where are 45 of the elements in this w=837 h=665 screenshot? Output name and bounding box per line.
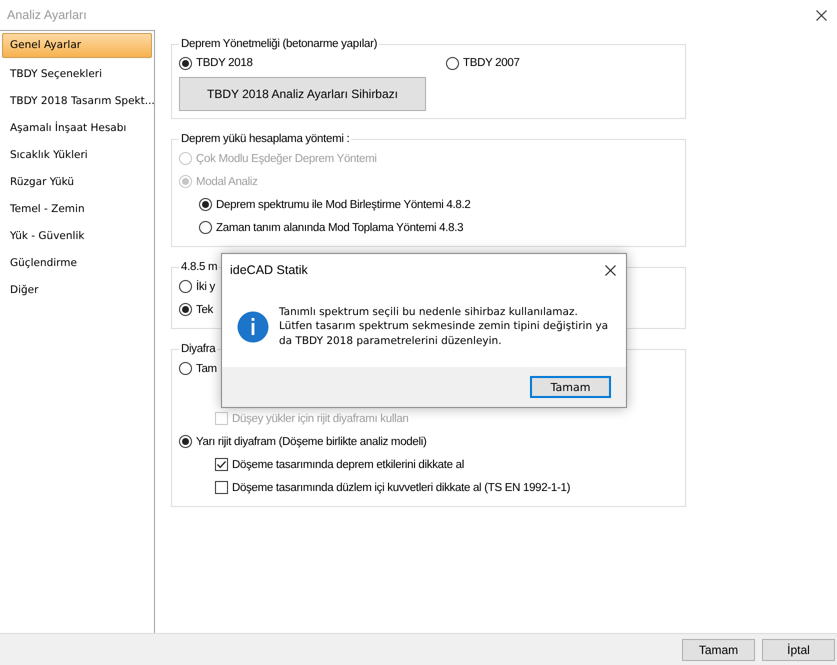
radio-label: Çok Modlu Eşdeğer Deprem Yöntemi bbox=[196, 152, 377, 164]
checkbox[interactable] bbox=[215, 458, 228, 471]
sidebar-item[interactable]: Rüzgar Yükü bbox=[2, 168, 152, 195]
dialog-button[interactable]: İptal bbox=[762, 638, 835, 660]
checkbox-label: Düşey yükler için rijit diyaframı kullan bbox=[232, 412, 409, 424]
sidebar-item[interactable]: Temel - Zemin bbox=[2, 195, 152, 222]
checkbox-label: Döşeme tasarımında düzlem içi kuvvetleri dikkate al (TS EN 1992-1-1) bbox=[232, 482, 570, 494]
sidebar-item[interactable]: Yük - Güvenlik bbox=[2, 222, 152, 249]
ok-button[interactable]: Tamam bbox=[530, 376, 611, 398]
window-title: Analiz Ayarları bbox=[7, 8, 87, 22]
sidebar-item[interactable]: Güçlendirme bbox=[2, 249, 152, 276]
radio-button[interactable] bbox=[179, 435, 192, 448]
dialog-message: Tanımlı spektrum seçili bu nedenle sihirbaz kullanılamaz. Lütfen tasarım spektrum sekmesinde zemin tipini değiştirin ya da TBDY 2018 parametrelerini düzenleyin. bbox=[279, 304, 608, 348]
radio-button[interactable] bbox=[179, 362, 192, 375]
close-icon[interactable] bbox=[816, 10, 827, 20]
sidebar-item[interactable]: Diğer bbox=[2, 276, 152, 303]
group-title: Deprem Yönetmeliği (betonarme yapılar) bbox=[180, 38, 378, 50]
group-title: 4.8.5 m bbox=[180, 261, 218, 273]
sidebar-item[interactable]: Aşamalı İnşaat Hesabı bbox=[2, 114, 152, 141]
group-title: Deprem yükü hesaplama yöntemi : bbox=[180, 133, 350, 145]
sidebar-item[interactable]: TBDY 2018 Tasarım Spekt... bbox=[2, 87, 152, 114]
radio-label: Tek bbox=[196, 304, 213, 316]
group-title: Diyafra bbox=[180, 343, 217, 355]
close-icon[interactable] bbox=[605, 264, 616, 276]
radio-label: Yarı rijit diyafram (Döşeme birlikte analiz modeli) bbox=[196, 436, 427, 448]
info-icon bbox=[237, 310, 269, 342]
radio-button[interactable] bbox=[446, 56, 459, 70]
radio-button[interactable] bbox=[179, 56, 192, 70]
dialog-button[interactable]: Tamam bbox=[682, 638, 755, 660]
radio-label: Tam bbox=[196, 362, 217, 374]
radio-label: Deprem spektrumu ile Mod Birleştirme Yöntemi 4.8.2 bbox=[216, 198, 471, 210]
radio-button[interactable] bbox=[179, 280, 192, 293]
radio-button[interactable] bbox=[179, 303, 192, 316]
radio-label: Modal Analiz bbox=[196, 176, 258, 188]
checkbox-label: Döşeme tasarımında deprem etkilerini dikkate al bbox=[232, 458, 464, 470]
checkbox[interactable] bbox=[215, 481, 228, 494]
radio-label: Zaman tanım alanında Mod Toplama Yöntemi 4.8.3 bbox=[216, 222, 464, 234]
sidebar-item[interactable]: Sıcaklık Yükleri bbox=[2, 141, 152, 168]
radio-label: TBDY 2007 bbox=[463, 57, 520, 69]
sidebar-item[interactable]: TBDY Seçenekleri bbox=[2, 60, 152, 87]
wizard-button[interactable]: TBDY 2018 Analiz Ayarları Sihirbazı bbox=[179, 77, 426, 111]
sidebar-item[interactable]: Genel Ayarlar bbox=[2, 33, 152, 58]
radio-label: İki y bbox=[196, 280, 215, 292]
radio-label: TBDY 2018 bbox=[196, 57, 253, 69]
dialog-title: ideCAD Statik bbox=[230, 263, 308, 277]
